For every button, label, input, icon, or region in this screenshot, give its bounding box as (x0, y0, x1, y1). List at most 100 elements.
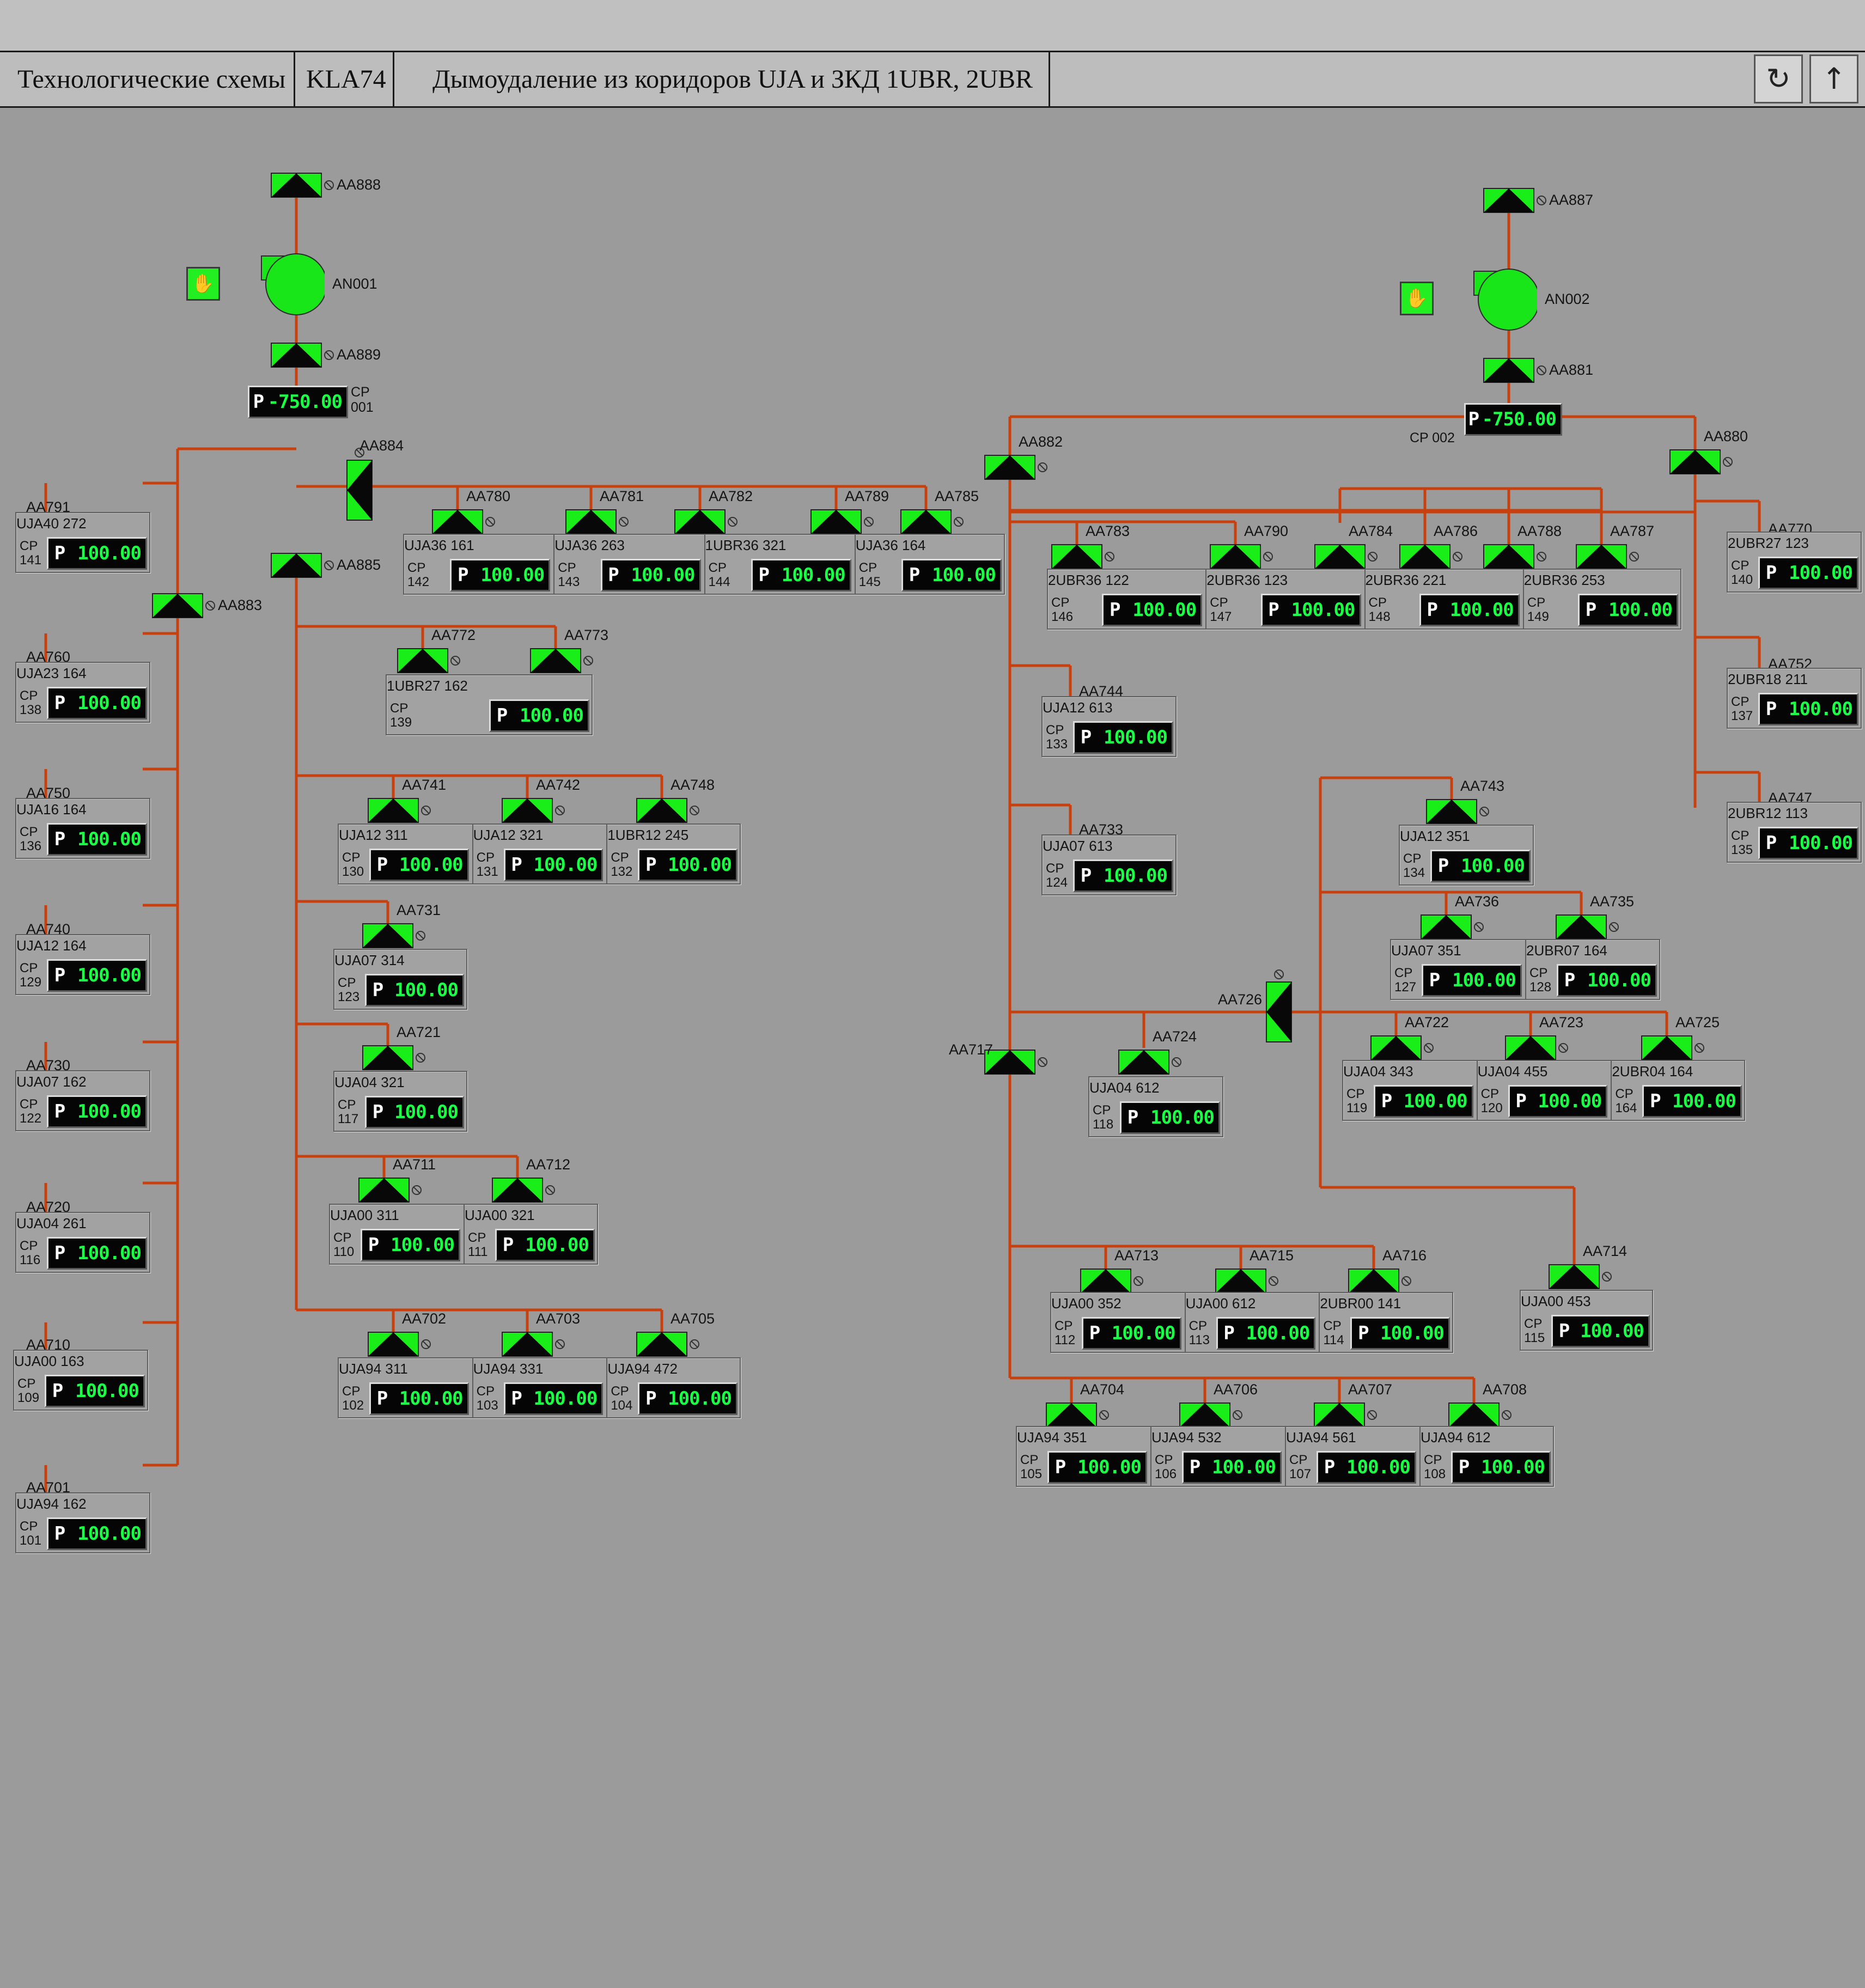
fan-an001[interactable] (254, 252, 325, 317)
damper-aa724[interactable] (1118, 1050, 1181, 1075)
manual-mode-button[interactable]: ✋ (1400, 282, 1434, 315)
refresh-button[interactable]: ↻ (1754, 54, 1803, 103)
pressure-display[interactable]: P 100.00 (47, 537, 147, 570)
pressure-display[interactable]: P 100.00 (638, 1382, 738, 1415)
pressure-display[interactable]: P 100.00 (1182, 1451, 1282, 1484)
damper-aa785[interactable] (900, 509, 964, 534)
damper-aa887[interactable] (1483, 188, 1546, 213)
pressure-display[interactable]: P 100.00 (495, 1229, 595, 1261)
pressure-display[interactable]: P 100.00 (1551, 1315, 1650, 1347)
damper-aa731[interactable] (362, 923, 425, 948)
pressure-display[interactable]: P 100.00 (47, 1517, 147, 1550)
damper-aa736[interactable] (1421, 914, 1484, 940)
pressure-display[interactable]: P 100.00 (1422, 964, 1522, 997)
damper-aa722[interactable] (1370, 1035, 1434, 1060)
damper-aa783[interactable] (1051, 544, 1114, 569)
damper-aa708[interactable] (1448, 1402, 1511, 1428)
damper-aa711[interactable] (358, 1178, 422, 1203)
damper-aa713[interactable] (1080, 1269, 1143, 1294)
pressure-display[interactable]: P 100.00 (503, 849, 604, 881)
damper-aa772[interactable] (397, 648, 460, 673)
damper-aa748[interactable] (636, 798, 699, 823)
pressure-display[interactable]: P 100.00 (47, 687, 147, 719)
section-title[interactable]: Технологические схемы (0, 52, 295, 106)
pressure-display[interactable]: P 100.00 (1758, 557, 1858, 589)
damper-aa790[interactable] (1210, 544, 1273, 569)
pressure-display[interactable]: P 100.00 (365, 974, 464, 1007)
damper-aa714[interactable] (1549, 1264, 1612, 1289)
damper-aa789[interactable] (810, 509, 874, 534)
pressure-display[interactable]: P 100.00 (369, 849, 469, 881)
pressure-display[interactable]: P 100.00 (1374, 1085, 1473, 1118)
pressure-display[interactable]: P -750.00 (248, 386, 348, 418)
damper-aa715[interactable] (1215, 1269, 1278, 1294)
pressure-display[interactable]: P 100.00 (1216, 1317, 1316, 1350)
pressure-display[interactable]: P 100.00 (47, 823, 147, 856)
pressure-display[interactable]: P 100.00 (489, 699, 589, 732)
damper-aa889[interactable] (271, 343, 334, 368)
pressure-display[interactable]: P 100.00 (1350, 1317, 1450, 1350)
pressure-display[interactable]: P 100.00 (47, 959, 147, 992)
pressure-display[interactable]: P 100.00 (1557, 964, 1657, 997)
pressure-display[interactable]: P 100.00 (503, 1382, 604, 1415)
manual-mode-button[interactable]: ✋ (186, 267, 220, 301)
damper-aa704[interactable] (1046, 1402, 1109, 1428)
pressure-display[interactable]: P 100.00 (369, 1382, 469, 1415)
damper-aa707[interactable] (1314, 1402, 1377, 1428)
damper-aa702[interactable] (368, 1332, 431, 1357)
damper-aa703[interactable] (502, 1332, 565, 1357)
pressure-display[interactable]: P 100.00 (901, 559, 1002, 591)
damper-aa721[interactable] (362, 1045, 425, 1070)
fan-an002[interactable] (1466, 267, 1537, 332)
pressure-display[interactable]: P 100.00 (47, 1237, 147, 1270)
pressure-display[interactable]: P 100.00 (47, 1095, 147, 1128)
damper-aa880[interactable] (1669, 449, 1733, 474)
damper-aa705[interactable] (636, 1332, 699, 1357)
damper-aa782[interactable] (674, 509, 738, 534)
pressure-display[interactable]: P 100.00 (600, 559, 701, 591)
damper-aa882[interactable] (984, 455, 1047, 480)
damper-aa725[interactable] (1641, 1035, 1704, 1060)
pressure-display[interactable]: P 100.00 (1082, 1317, 1181, 1350)
pressure-display[interactable]: P 100.00 (1578, 594, 1678, 626)
pressure-display[interactable]: P 100.00 (1260, 594, 1361, 626)
damper-aa726[interactable] (1266, 969, 1292, 1042)
pressure-display[interactable]: P 100.00 (45, 1375, 145, 1407)
pressure-display[interactable]: P 100.00 (1419, 594, 1520, 626)
damper-aa773[interactable] (530, 648, 593, 673)
damper-aa712[interactable] (492, 1178, 555, 1203)
pressure-display[interactable]: P 100.00 (1451, 1451, 1551, 1484)
pressure-display[interactable]: P 100.00 (1642, 1085, 1742, 1118)
damper-aa881[interactable] (1483, 358, 1546, 383)
damper-aa706[interactable] (1179, 1402, 1242, 1428)
pressure-display[interactable]: P 100.00 (1508, 1085, 1608, 1118)
damper-aa786[interactable] (1399, 544, 1462, 569)
damper-aa788[interactable] (1483, 544, 1546, 569)
pressure-display[interactable]: P -750.00 (1464, 403, 1562, 436)
pressure-display[interactable]: P 100.00 (1758, 827, 1858, 859)
pressure-display[interactable]: P 100.00 (1102, 594, 1203, 626)
pressure-display[interactable]: P 100.00 (1047, 1451, 1147, 1484)
damper-aa784[interactable] (1314, 544, 1378, 569)
damper-aa735[interactable] (1556, 914, 1619, 940)
navigate-up-button[interactable]: ↑ (1809, 54, 1858, 103)
pressure-display[interactable]: P 100.00 (1073, 859, 1173, 892)
pressure-display[interactable]: P 100.00 (1430, 850, 1531, 882)
pressure-display[interactable]: P 100.00 (365, 1096, 464, 1129)
pressure-display[interactable]: P 100.00 (1073, 721, 1173, 754)
pressure-display[interactable]: P 100.00 (1120, 1101, 1220, 1134)
pressure-display[interactable]: P 100.00 (361, 1229, 460, 1261)
damper-aa888[interactable] (271, 173, 334, 198)
damper-aa741[interactable] (368, 798, 431, 823)
damper-aa884[interactable] (346, 448, 373, 521)
damper-aa723[interactable] (1505, 1035, 1568, 1060)
pressure-display[interactable]: P 100.00 (638, 849, 738, 881)
damper-aa743[interactable] (1426, 799, 1489, 824)
damper-aa742[interactable] (502, 798, 565, 823)
damper-aa885[interactable] (271, 553, 334, 578)
pressure-display[interactable]: P 100.00 (1758, 693, 1858, 725)
damper-aa883[interactable] (152, 593, 215, 618)
damper-aa780[interactable] (432, 509, 495, 534)
pressure-display[interactable]: P 100.00 (751, 559, 851, 591)
pressure-display[interactable]: P 100.00 (450, 559, 551, 591)
